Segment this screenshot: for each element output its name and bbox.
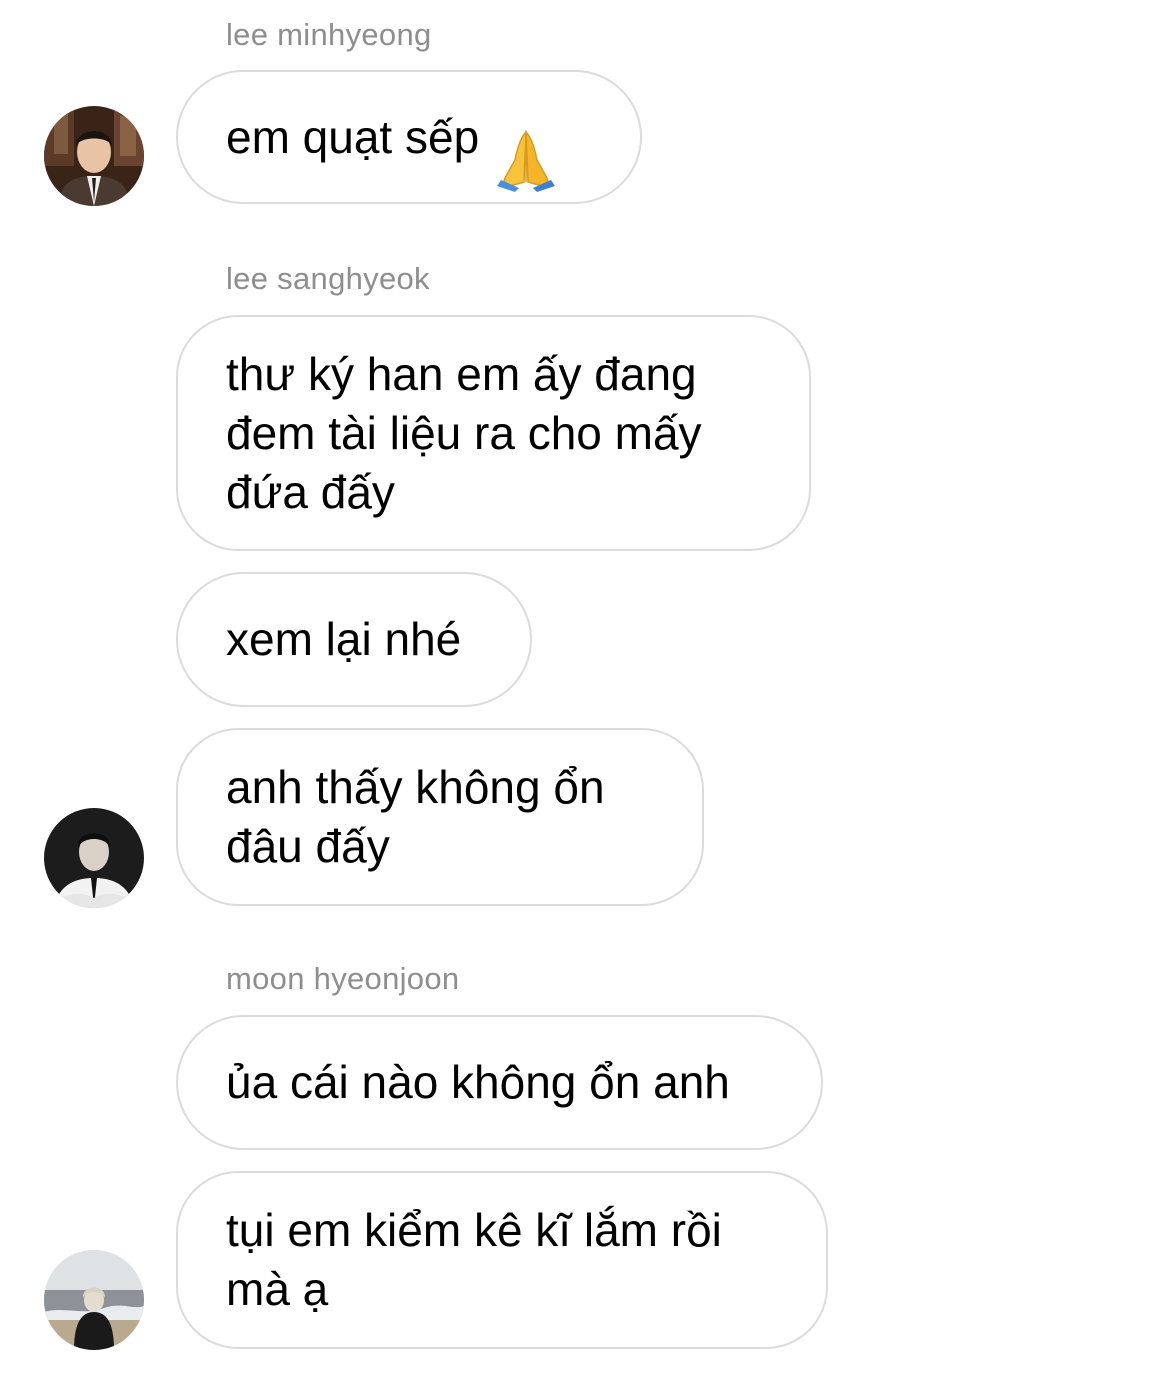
message-text: ủa cái nào không ổn anh (226, 1056, 730, 1108)
message-text: thư ký han em ấy đang đem tài liệu ra ch… (226, 347, 702, 518)
message-bubble[interactable]: anh thấy không ổn đâu đấy (176, 728, 704, 906)
sender-name: lee sanghyeok (226, 261, 430, 296)
sender-name: lee minhyeong (226, 17, 432, 52)
message-bubble[interactable]: ủa cái nào không ổn anh (176, 1015, 823, 1150)
message-text: xem lại nhé (226, 613, 462, 665)
message-bubble[interactable]: xem lại nhé (176, 572, 532, 707)
message-text: tụi em kiểm kê kĩ lắm rồi mà ạ (226, 1204, 722, 1315)
folded-hands-emoji-icon (493, 69, 559, 206)
message-bubble[interactable]: tụi em kiểm kê kĩ lắm rồi mà ạ (176, 1171, 828, 1349)
message-text: em quạt sếp (226, 110, 480, 163)
avatar-moon-hyeonjoon[interactable] (44, 1250, 144, 1350)
message-bubble[interactable]: em quạt sếp (176, 70, 642, 204)
sender-name: moon hyeonjoon (226, 961, 460, 996)
avatar-lee-minhyeong[interactable] (44, 106, 144, 206)
message-text: anh thấy không ổn đâu đấy (226, 761, 605, 872)
message-bubble[interactable]: thư ký han em ấy đang đem tài liệu ra ch… (176, 315, 811, 551)
avatar-lee-sanghyeok[interactable] (44, 808, 144, 908)
